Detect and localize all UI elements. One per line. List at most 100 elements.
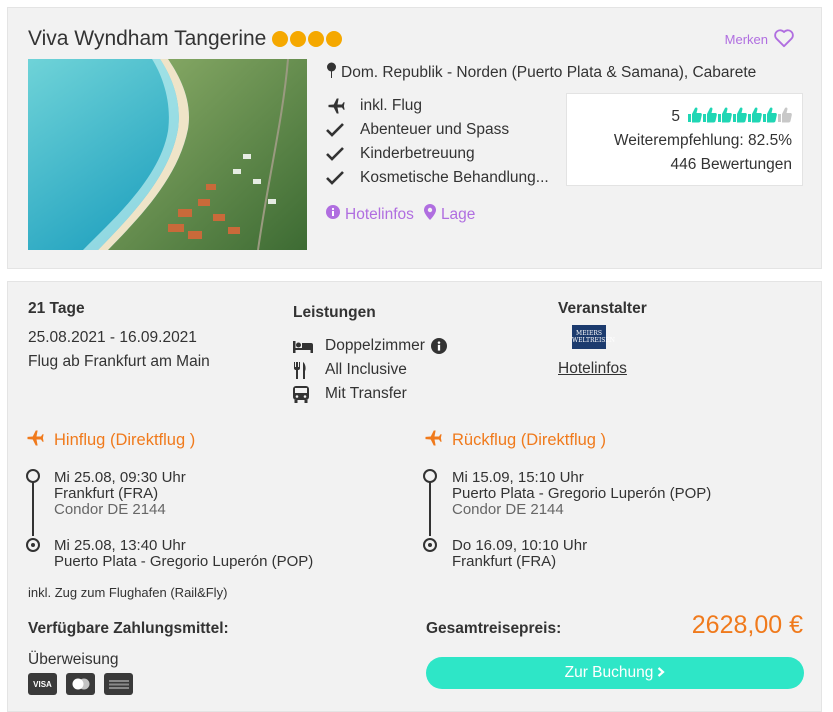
payment-heading: Verfügbare Zahlungsmittel:: [28, 620, 229, 637]
booking-button[interactable]: Zur Buchung: [426, 657, 804, 689]
hotel-location: Dom. Republik - Norden (Puerto Plata & S…: [326, 62, 756, 83]
check-icon: [326, 171, 360, 185]
total-price: 2628,00 €: [691, 611, 803, 639]
rating-recommend: Weiterempfehlung: 82.5%: [613, 132, 792, 149]
departure-marker: [423, 469, 437, 483]
offer-card: 21 Tage 25.08.2021 - 16.09.2021 Flug ab …: [7, 281, 822, 712]
dep-airport: Puerto Plata - Gregorio Luperón (POP): [452, 485, 712, 502]
hinflug-heading: Hinflug (Direktflug ): [24, 429, 195, 452]
feature-label: Kinderbetreuung: [360, 145, 475, 162]
dep-time: Mi 15.09, 15:10 Uhr: [452, 469, 584, 486]
payment-method: Überweisung: [28, 651, 119, 668]
rating-reviews: 446 Bewertungen: [670, 156, 792, 173]
duration: 21 Tage: [28, 300, 85, 317]
rueckflug-title: Rückflug (Direktflug ): [452, 431, 607, 449]
hotelinfos-link[interactable]: Hotelinfos: [326, 204, 414, 225]
amex-icon: [104, 673, 133, 695]
arr-time: Do 16.09, 10:10 Uhr: [452, 537, 588, 554]
dep-time: Mi 25.08, 09:30 Uhr: [54, 469, 186, 486]
arr-time: Mi 25.08, 13:40 Uhr: [54, 537, 186, 554]
hotelinfos-label: Hotelinfos: [345, 205, 414, 223]
visa-icon: VISA: [28, 673, 57, 695]
map-pin-icon: [326, 62, 337, 83]
leistung-label: All Inclusive: [325, 361, 407, 378]
total-price-label: Gesamtreisepreis:: [426, 620, 562, 637]
thumb-up-icon: [688, 106, 702, 128]
info-icon: [326, 205, 340, 224]
hinflug-arrival: Mi 25.08, 13:40 Uhr Puerto Plata - Grego…: [54, 538, 313, 570]
hotel-name[interactable]: Viva Wyndham Tangerine: [28, 27, 266, 51]
thumb-up-icon: [718, 106, 732, 128]
merken-button[interactable]: Merken: [725, 28, 795, 51]
rating-score-row: 5: [567, 105, 792, 129]
plane-icon: [422, 429, 444, 452]
hotel-links: Hotelinfos Lage: [326, 204, 475, 225]
lage-link[interactable]: Lage: [423, 204, 476, 225]
rating-score: 5: [671, 108, 680, 125]
hinflug-timeline: [32, 476, 34, 536]
dep-airport: Frankfurt (FRA): [54, 485, 159, 502]
lage-label: Lage: [440, 205, 476, 223]
rueckflug-timeline: [429, 476, 431, 536]
hotel-card: Viva Wyndham Tangerine Merken Dom. Repub…: [7, 7, 822, 269]
veranstalter-heading: Veranstalter: [558, 300, 647, 317]
payment-logos: VISA: [28, 673, 133, 695]
rating-box[interactable]: 5 Weiterempfehlung: 82.5% 446 Bewertunge…: [566, 93, 803, 186]
feature-label: inkl. Flug: [360, 97, 423, 114]
list-item: inkl. Flug: [326, 94, 549, 118]
veranstalter-hotelinfos-link[interactable]: Hotelinfos: [558, 360, 627, 378]
hinflug-departure: Mi 25.08, 09:30 Uhr Frankfurt (FRA) Cond…: [54, 470, 186, 518]
hinflug-title: Hinflug (Direktflug ): [54, 431, 196, 449]
veranstalter-logo: MEIERS WELTREISEN: [572, 325, 615, 349]
arrival-marker: [423, 538, 437, 552]
bus-icon: [293, 385, 325, 403]
rueckflug-arrival: Do 16.09, 10:10 Uhr Frankfurt (FRA): [452, 538, 587, 570]
rail-fly-note: inkl. Zug zum Flughafen (Rail&Fly): [28, 585, 228, 600]
hotel-title-row: Viva Wyndham Tangerine: [28, 27, 343, 51]
leistung-label: Mit Transfer: [325, 385, 407, 402]
flight-carrier: Condor DE 2144: [452, 501, 564, 518]
leistungen-heading: Leistungen: [293, 304, 376, 321]
rating-thumbs: [688, 106, 792, 128]
chevron-right-icon: [657, 664, 666, 682]
list-item: Abenteuer und Spass: [326, 118, 549, 142]
thumb-up-icon: [763, 106, 777, 128]
star-icon: [272, 31, 289, 47]
arr-airport: Frankfurt (FRA): [452, 553, 557, 570]
plane-icon: [326, 97, 360, 115]
feature-list: inkl. Flug Abenteuer und Spass Kinderbet…: [326, 94, 549, 190]
travel-dates: 25.08.2021 - 16.09.2021: [28, 329, 197, 346]
hotel-photo[interactable]: [28, 59, 307, 250]
leistungen-list: Doppelzimmer All Inclusive Mit Transfer: [293, 334, 447, 406]
feature-label: Abenteuer und Spass: [360, 121, 510, 138]
bed-icon: [293, 339, 325, 353]
thumb-up-icon: [748, 106, 762, 128]
list-item: All Inclusive: [293, 358, 447, 382]
info-icon[interactable]: [430, 338, 447, 354]
check-icon: [326, 147, 360, 161]
cutlery-icon: [293, 361, 325, 379]
star-icon: [290, 31, 307, 47]
thumb-up-icon: [733, 106, 747, 128]
location-pin-icon: [423, 204, 436, 225]
flight-carrier: Condor DE 2144: [54, 501, 166, 518]
star-icon: [308, 31, 325, 47]
list-item: Kosmetische Behandlung...: [326, 166, 549, 190]
arr-airport: Puerto Plata - Gregorio Luperón (POP): [54, 553, 314, 570]
merken-label: Merken: [724, 32, 768, 47]
departure-marker: [26, 469, 40, 483]
star-icon: [326, 31, 343, 47]
check-icon: [326, 123, 360, 137]
thumb-up-icon: [778, 106, 792, 128]
list-item: Mit Transfer: [293, 382, 447, 406]
mastercard-icon: [66, 673, 95, 695]
plane-icon: [24, 429, 46, 452]
booking-button-label: Zur Buchung: [564, 664, 654, 681]
list-item: Doppelzimmer: [293, 334, 447, 358]
rueckflug-departure: Mi 15.09, 15:10 Uhr Puerto Plata - Grego…: [452, 470, 711, 518]
hotel-stars: [272, 31, 343, 47]
heart-icon: [773, 28, 795, 51]
feature-label: Kosmetische Behandlung...: [360, 169, 549, 186]
list-item: Kinderbetreuung: [326, 142, 549, 166]
rueckflug-heading: Rückflug (Direktflug ): [422, 429, 606, 452]
